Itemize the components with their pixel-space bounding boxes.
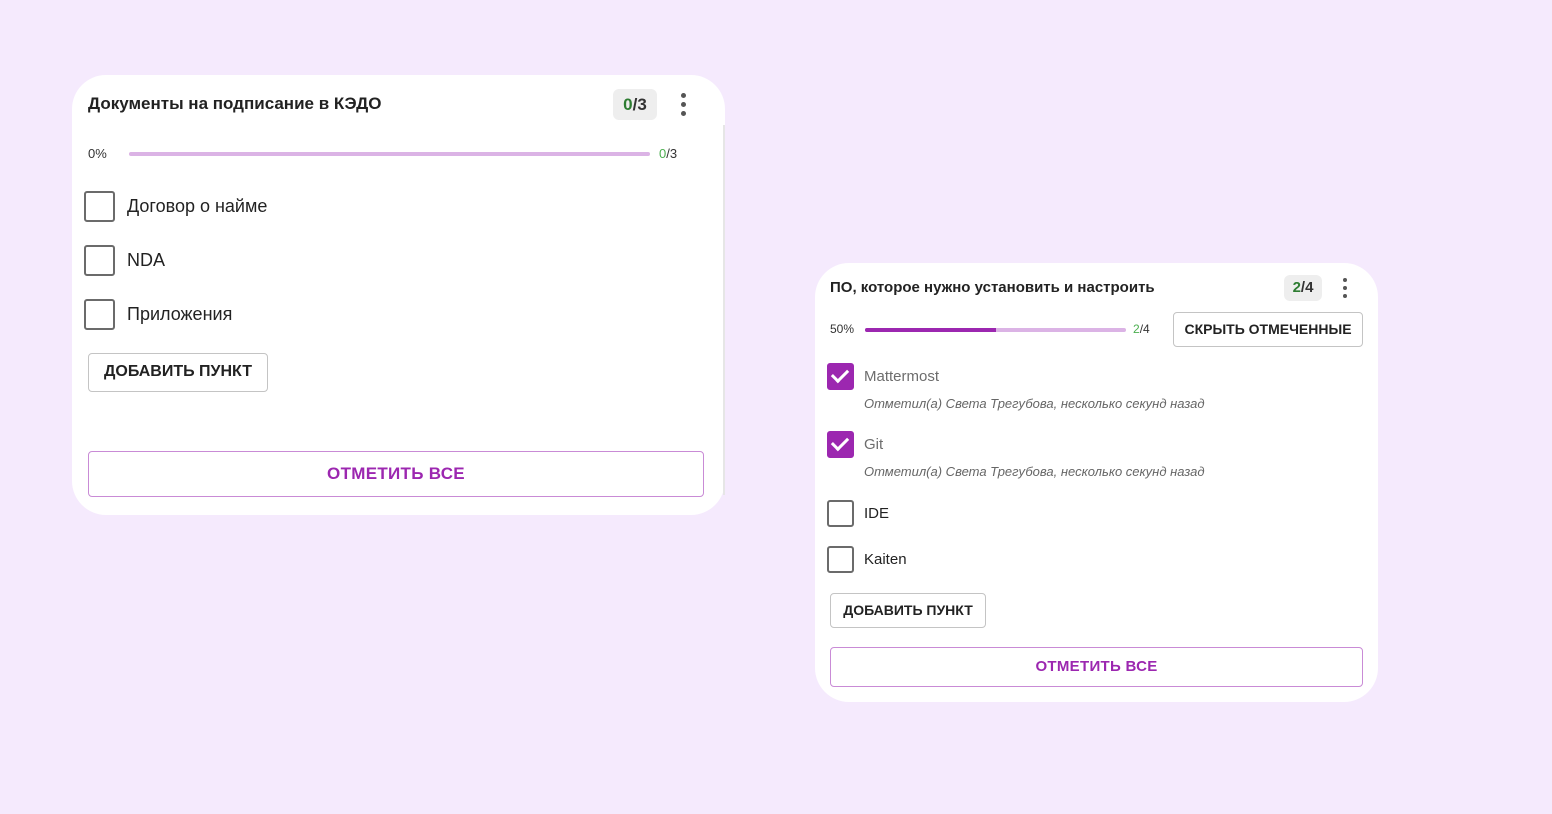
checklist-item[interactable]: Договор о найме (84, 191, 267, 222)
item-label: Kaiten (864, 551, 907, 568)
add-item-button[interactable]: ДОБАВИТЬ ПУНКТ (830, 593, 986, 628)
checkbox[interactable] (84, 245, 115, 276)
kebab-menu-icon[interactable] (678, 93, 688, 116)
progress-bar (129, 152, 650, 156)
progress-bar-fill (865, 328, 996, 332)
progress-count-badge: 0/3 (613, 89, 657, 120)
kebab-menu-icon[interactable] (1340, 278, 1350, 298)
progress-count-badge: 2/4 (1284, 275, 1322, 301)
item-label: Приложения (127, 304, 233, 324)
checkbox[interactable] (827, 546, 854, 573)
progress-percent: 50% (830, 322, 855, 336)
progress-total-count: /3 (666, 146, 678, 161)
checkbox[interactable] (84, 191, 115, 222)
checklist-item[interactable]: Приложения (84, 299, 232, 330)
checklist-item[interactable]: Kaiten (827, 546, 907, 573)
checklist-card-software: ПО, которое нужно установить и настроить… (815, 263, 1378, 702)
item-label: Mattermost (864, 368, 940, 385)
badge-done-count: 0 (623, 95, 633, 114)
progress-percent: 0% (88, 146, 107, 161)
checklist-item[interactable]: Mattermost (827, 363, 939, 390)
badge-total-count: /3 (632, 95, 647, 114)
badge-done-count: 2 (1292, 279, 1301, 296)
checklist-card-documents: Документы на подписание в КЭДО 0/3 0% 0/… (72, 75, 725, 515)
checked-by-note: Отметил(а) Света Трегубова, несколько се… (864, 464, 1205, 479)
checkbox[interactable] (827, 431, 854, 458)
checklist-title: Документы на подписание в КЭДО (88, 94, 382, 113)
badge-total-count: /4 (1300, 279, 1314, 296)
checkbox[interactable] (827, 363, 854, 390)
progress-bar (865, 328, 1126, 332)
checked-by-note: Отметил(а) Света Трегубова, несколько се… (864, 396, 1205, 411)
item-label: Договор о найме (127, 196, 268, 216)
hide-checked-button[interactable]: СКРЫТЬ ОТМЕЧЕННЫЕ (1173, 312, 1363, 347)
item-label: NDA (127, 250, 166, 270)
progress-total-count: /4 (1139, 322, 1150, 336)
checkbox[interactable] (84, 299, 115, 330)
check-all-button[interactable]: ОТМЕТИТЬ ВСЕ (830, 647, 1363, 687)
checklist-item[interactable]: IDE (827, 500, 889, 527)
checklist-item[interactable]: NDA (84, 245, 165, 276)
progress-fraction: 0/3 (659, 146, 677, 161)
progress-fraction: 2/4 (1133, 322, 1150, 336)
progress-done-count: 2 (1133, 322, 1140, 336)
checklist-title: ПО, которое нужно установить и настроить (830, 279, 1155, 296)
item-label: Git (864, 436, 884, 453)
scrollbar[interactable] (723, 125, 725, 495)
checklist-item[interactable]: Git (827, 431, 883, 458)
add-item-button[interactable]: ДОБАВИТЬ ПУНКТ (88, 353, 268, 392)
checkbox[interactable] (827, 500, 854, 527)
check-all-button[interactable]: ОТМЕТИТЬ ВСЕ (88, 451, 704, 497)
item-label: IDE (864, 505, 890, 522)
